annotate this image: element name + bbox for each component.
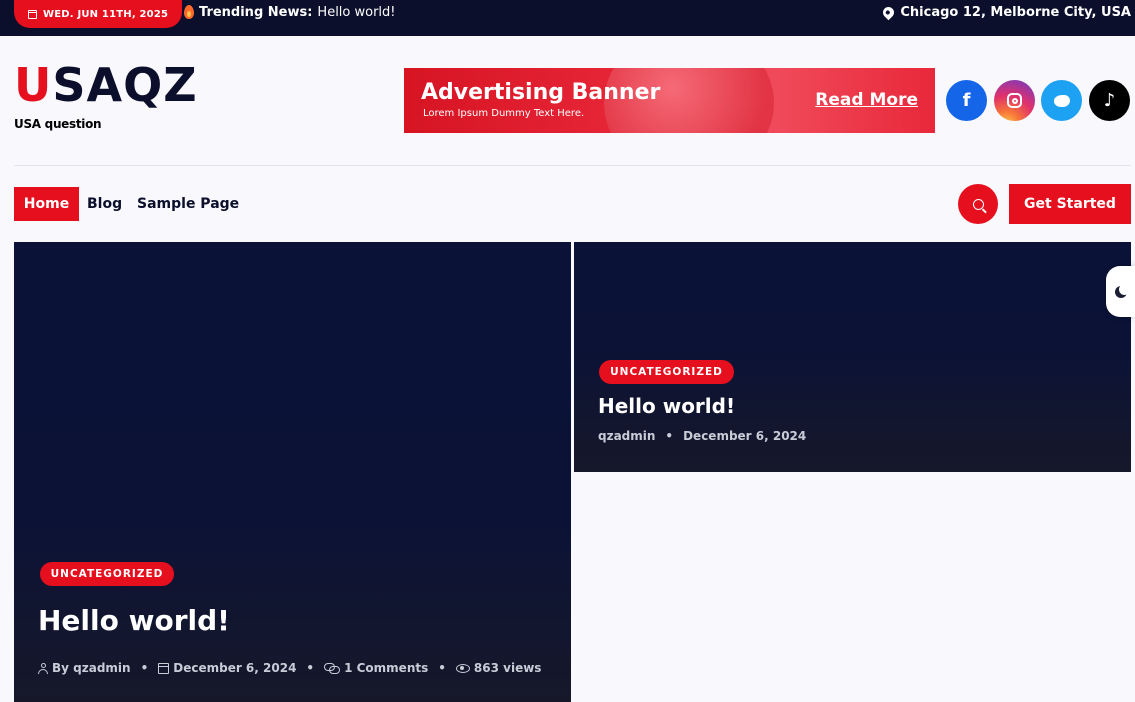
post-author[interactable]: qzadmin bbox=[598, 429, 655, 443]
header-divider bbox=[14, 165, 1131, 166]
calendar-icon bbox=[158, 662, 170, 674]
eye-icon bbox=[455, 663, 470, 673]
meta-separator: • bbox=[438, 661, 446, 675]
post-author[interactable]: By qzadmin bbox=[52, 661, 131, 675]
get-started-button[interactable]: Get Started bbox=[1009, 184, 1131, 224]
post-title[interactable]: Hello world! bbox=[38, 604, 230, 637]
meta-separator: • bbox=[306, 661, 315, 675]
category-badge[interactable]: UNCATEGORIZED bbox=[599, 360, 734, 384]
date-text: WED. JUN 11TH, 2025 bbox=[43, 8, 169, 20]
trending-link[interactable]: Hello world! bbox=[317, 5, 395, 20]
date-badge: WED. JUN 11TH, 2025 bbox=[14, 0, 183, 28]
post-meta: qzadmin • December 6, 2024 bbox=[598, 429, 806, 443]
meta-separator: • bbox=[140, 661, 149, 675]
post-meta: By qzadmin • December 6, 2024 • 1 Commen… bbox=[38, 661, 541, 675]
post-views: 863 views bbox=[473, 661, 542, 675]
nav-item-sample-page[interactable]: Sample Page bbox=[137, 187, 239, 221]
category-badge[interactable]: UNCATEGORIZED bbox=[40, 562, 174, 586]
twitter-icon bbox=[1053, 94, 1070, 107]
nav-item-home[interactable]: Home bbox=[14, 187, 79, 221]
facebook-button[interactable]: f bbox=[946, 80, 987, 121]
post-date[interactable]: December 6, 2024 bbox=[683, 429, 806, 443]
twitter-button[interactable] bbox=[1041, 80, 1082, 121]
post-title[interactable]: Hello world! bbox=[598, 394, 735, 418]
moon-icon bbox=[1114, 283, 1130, 298]
tiktok-button[interactable]: ♪ bbox=[1089, 80, 1130, 121]
top-bar: WED. JUN 11TH, 2025 Trending News: Hello… bbox=[0, 0, 1135, 36]
calendar-icon bbox=[28, 9, 37, 19]
instagram-button[interactable] bbox=[994, 80, 1035, 121]
search-icon bbox=[972, 198, 984, 210]
trending-news: Trending News: Hello world! bbox=[184, 0, 396, 24]
tiktok-icon: ♪ bbox=[1103, 90, 1116, 111]
instagram-icon bbox=[1007, 93, 1022, 108]
trending-label: Trending News: bbox=[199, 4, 313, 20]
facebook-icon: f bbox=[962, 90, 971, 111]
banner-title: Advertising Banner bbox=[421, 80, 661, 105]
meta-separator: • bbox=[665, 429, 674, 443]
nav-item-blog[interactable]: Blog bbox=[87, 187, 122, 221]
search-button[interactable] bbox=[958, 184, 998, 224]
side-post-card[interactable]: UNCATEGORIZED Hello world! qzadmin • Dec… bbox=[574, 242, 1131, 472]
banner-subtitle: Lorem Ipsum Dummy Text Here. bbox=[423, 108, 585, 119]
location: Chicago 12, Melborne City, USA bbox=[881, 0, 1131, 24]
logo-letter-u: U bbox=[14, 58, 53, 112]
dark-mode-toggle[interactable] bbox=[1106, 266, 1135, 317]
post-date[interactable]: December 6, 2024 bbox=[173, 661, 296, 675]
site-tagline: USA question bbox=[14, 117, 102, 131]
comments-icon bbox=[324, 662, 341, 674]
fire-icon bbox=[184, 5, 194, 19]
logo-text: SAQZ bbox=[52, 58, 198, 112]
location-text: Chicago 12, Melborne City, USA bbox=[900, 4, 1131, 20]
site-logo[interactable]: USAQZ bbox=[14, 58, 198, 112]
map-pin-icon bbox=[881, 4, 897, 20]
user-icon bbox=[38, 662, 48, 674]
banner-read-more-link[interactable]: Read More bbox=[815, 90, 918, 110]
advertising-banner[interactable]: Advertising Banner Lorem Ipsum Dummy Tex… bbox=[404, 68, 935, 133]
post-comments[interactable]: 1 Comments bbox=[344, 661, 428, 675]
featured-post-card[interactable]: UNCATEGORIZED Hello world! By qzadmin • … bbox=[14, 242, 571, 702]
